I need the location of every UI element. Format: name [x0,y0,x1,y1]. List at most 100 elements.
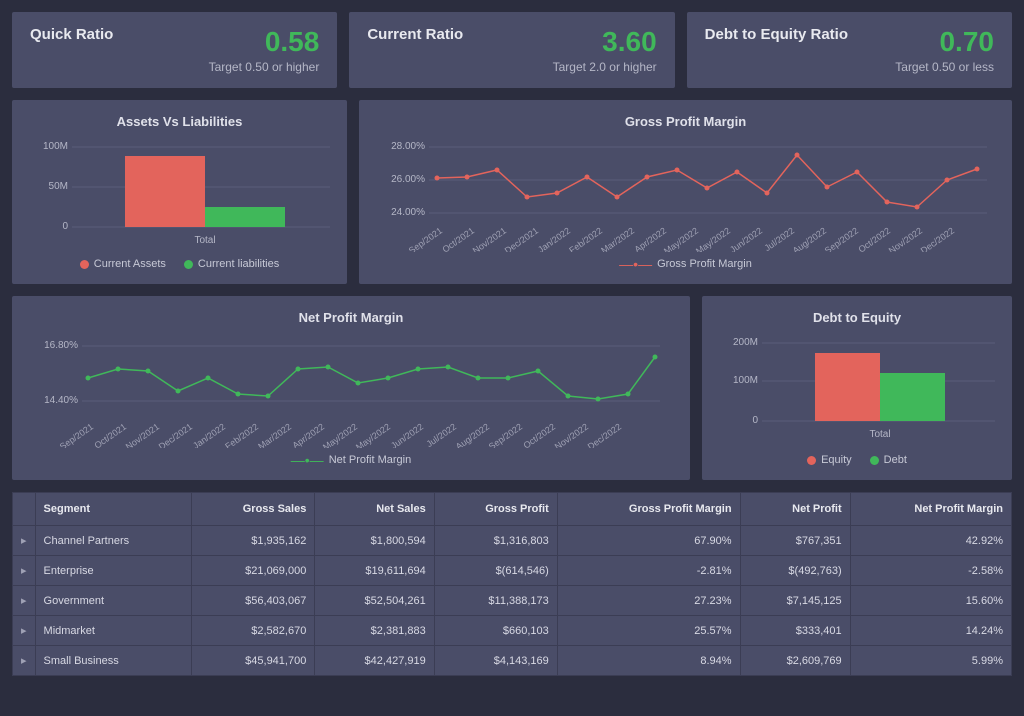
table-cell: $11,388,173 [434,586,557,616]
svg-text:50M: 50M [49,181,68,192]
table-cell: $45,941,700 [192,646,315,676]
table-cell: $56,403,067 [192,586,315,616]
segment-table: SegmentGross SalesNet SalesGross ProfitG… [12,492,1012,676]
legend-line-icon: —•— [619,260,652,268]
svg-text:26.00%: 26.00% [391,174,425,185]
table-cell: $767,351 [740,526,850,556]
svg-text:Dec/2021: Dec/2021 [157,421,194,448]
chart-title: Gross Profit Margin [377,114,994,129]
table-header[interactable]: Net Profit [740,493,850,526]
table-cell: Channel Partners [35,526,192,556]
chart-legend: —•—Gross Profit Margin [377,258,994,270]
kpi-title: Current Ratio [367,26,463,43]
expand-icon[interactable]: ▸ [13,586,36,616]
expand-icon[interactable]: ▸ [13,616,36,646]
table-cell: 15.60% [850,586,1011,616]
svg-text:Mar/2022: Mar/2022 [256,421,293,448]
table-cell: $1,316,803 [434,526,557,556]
legend-dot-icon [870,456,879,465]
svg-text:Dec/2021: Dec/2021 [503,225,540,252]
table-cell: $19,611,694 [315,556,434,586]
svg-text:Jan/2022: Jan/2022 [191,421,227,448]
kpi-target: Target 2.0 or higher [553,60,657,74]
svg-text:Total: Total [194,235,215,246]
expand-icon[interactable]: ▸ [13,556,36,586]
table-cell: $42,427,919 [315,646,434,676]
table-row[interactable]: ▸Midmarket$2,582,670$2,381,883$660,10325… [13,616,1012,646]
table-cell: Government [35,586,192,616]
chart-gross-profit-margin: Gross Profit Margin 28.00% 26.00% 24.00%… [359,100,1012,284]
chart-net-profit-margin: Net Profit Margin 16.80% 14.40% Sep/2021… [12,296,690,480]
table-cell: -2.81% [557,556,740,586]
svg-text:100M: 100M [43,141,68,152]
kpi-value: 3.60 [553,26,657,58]
svg-text:200M: 200M [733,337,758,348]
svg-text:Feb/2022: Feb/2022 [223,421,260,448]
table-cell: -2.58% [850,556,1011,586]
table-row[interactable]: ▸Channel Partners$1,935,162$1,800,594$1,… [13,526,1012,556]
table-cell: 27.23% [557,586,740,616]
table-cell: $21,069,000 [192,556,315,586]
table-cell: 8.94% [557,646,740,676]
table-row[interactable]: ▸Small Business$45,941,700$42,427,919$4,… [13,646,1012,676]
svg-text:Sep/2022: Sep/2022 [823,225,860,252]
svg-text:0: 0 [752,415,758,426]
svg-text:28.00%: 28.00% [391,141,425,152]
npm-line-svg: 16.80% 14.40% Sep/2021Oct/2021Nov/2021De… [30,333,660,448]
chart-legend: Current Assets Current liabilities [30,258,329,270]
kpi-value: 0.58 [209,26,320,58]
table-cell: Enterprise [35,556,192,586]
table-cell: $2,582,670 [192,616,315,646]
table-header[interactable]: Segment [35,493,192,526]
svg-text:Jun/2022: Jun/2022 [728,225,764,252]
table-cell: $52,504,261 [315,586,434,616]
table-cell: $1,935,162 [192,526,315,556]
table-row[interactable]: ▸Government$56,403,067$52,504,261$11,388… [13,586,1012,616]
svg-text:May/2022: May/2022 [694,225,732,252]
chart-title: Net Profit Margin [30,310,672,325]
legend-dot-icon [80,260,89,269]
table-header[interactable]: Gross Profit Margin [557,493,740,526]
table-cell: $2,609,769 [740,646,850,676]
table-cell: $2,381,883 [315,616,434,646]
table-cell: $(492,763) [740,556,850,586]
table-cell: 14.24% [850,616,1011,646]
de-bar-svg: 200M 100M 0 Total [720,333,995,448]
table-header[interactable]: Net Sales [315,493,434,526]
table-cell: 67.90% [557,526,740,556]
kpi-current-ratio: Current Ratio 3.60 Target 2.0 or higher [349,12,674,88]
svg-text:Nov/2022: Nov/2022 [553,421,590,448]
table-cell: 42.92% [850,526,1011,556]
svg-text:14.40%: 14.40% [44,395,78,406]
svg-text:Dec/2022: Dec/2022 [919,225,956,252]
chart-debt-equity: Debt to Equity 200M 100M 0 Total Equity … [702,296,1012,480]
chart-title: Assets Vs Liabilities [30,114,329,129]
svg-text:100M: 100M [733,375,758,386]
expand-icon[interactable]: ▸ [13,646,36,676]
gpm-line-svg: 28.00% 26.00% 24.00% Sep/2021Oct/2021Nov… [377,137,987,252]
table-row[interactable]: ▸Enterprise$21,069,000$19,611,694$(614,5… [13,556,1012,586]
table-header[interactable]: Net Profit Margin [850,493,1011,526]
table-cell: $1,800,594 [315,526,434,556]
chart-legend: Equity Debt [720,454,994,466]
table-cell: $333,401 [740,616,850,646]
svg-text:Dec/2022: Dec/2022 [586,421,623,448]
svg-text:Oct/2021: Oct/2021 [92,421,128,448]
table-cell: $4,143,169 [434,646,557,676]
kpi-target: Target 0.50 or higher [209,60,320,74]
table-cell: Midmarket [35,616,192,646]
chart-legend: —•—Net Profit Margin [30,454,672,466]
svg-text:0: 0 [62,221,68,232]
svg-text:Sep/2022: Sep/2022 [487,421,524,448]
table-header[interactable]: Gross Profit [434,493,557,526]
expand-icon[interactable]: ▸ [13,526,36,556]
legend-dot-icon [184,260,193,269]
table-cell: 5.99% [850,646,1011,676]
table-header[interactable]: Gross Sales [192,493,315,526]
svg-text:Nov/2021: Nov/2021 [124,421,161,448]
svg-text:Sep/2021: Sep/2021 [407,225,444,252]
chart-title: Debt to Equity [720,310,994,325]
svg-text:Sep/2021: Sep/2021 [58,421,95,448]
legend-dot-icon [807,456,816,465]
table-cell: $7,145,125 [740,586,850,616]
